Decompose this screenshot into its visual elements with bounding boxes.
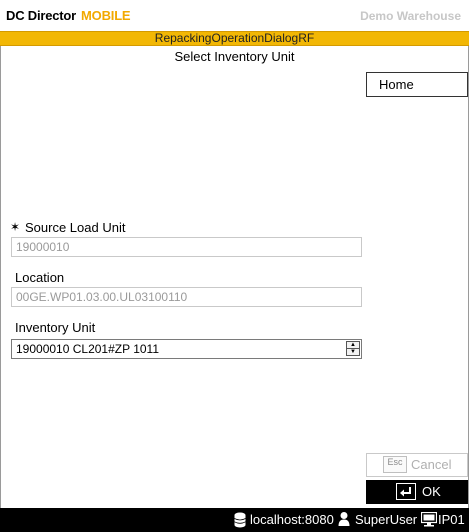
required-marker: ✶ [10, 220, 21, 234]
arrow-down-icon[interactable]: ▼ [346, 348, 360, 356]
warehouse-name: Demo Warehouse [360, 9, 461, 23]
cancel-button[interactable]: Esc Cancel [366, 453, 468, 477]
source-load-unit-label-text: Source Load Unit [25, 220, 126, 235]
dialog-subtitle: Select Inventory Unit [174, 49, 295, 64]
location-label: Location [15, 270, 65, 285]
ok-button-label: OK [422, 484, 441, 499]
database-icon [234, 512, 246, 528]
app-edition: MOBILE [81, 8, 131, 23]
esc-key-icon: Esc [383, 456, 407, 473]
app-brand: DC Director MOBILE [6, 8, 131, 23]
status-bar: localhost:8080 SuperUser IP01 [0, 508, 469, 532]
source-load-unit-field: 19000010 [11, 237, 362, 257]
monitor-icon [421, 512, 437, 527]
dialog-title: RepackingOperationDialogRF [0, 31, 469, 46]
app-header: DC Director MOBILE Demo Warehouse [0, 0, 469, 31]
user-icon [338, 512, 350, 526]
home-button[interactable]: Home [366, 72, 468, 97]
server-address: localhost:8080 [250, 512, 334, 527]
enter-key-icon [396, 483, 416, 500]
inventory-unit-stepper[interactable]: ▲ ▼ [346, 341, 360, 357]
terminal-id: IP01 [438, 512, 465, 527]
source-load-unit-label: ✶ Source Load Unit [10, 220, 126, 235]
location-field: 00GE.WP01.03.00.UL03100110 [11, 287, 362, 307]
current-user: SuperUser [355, 512, 418, 527]
inventory-unit-select[interactable]: 19000010 CL201#ZP 1011 [11, 339, 362, 359]
app-name: DC Director [6, 8, 77, 23]
cancel-button-label: Cancel [411, 457, 452, 472]
ok-button[interactable]: OK [366, 480, 468, 504]
inventory-unit-label: Inventory Unit [15, 320, 96, 335]
